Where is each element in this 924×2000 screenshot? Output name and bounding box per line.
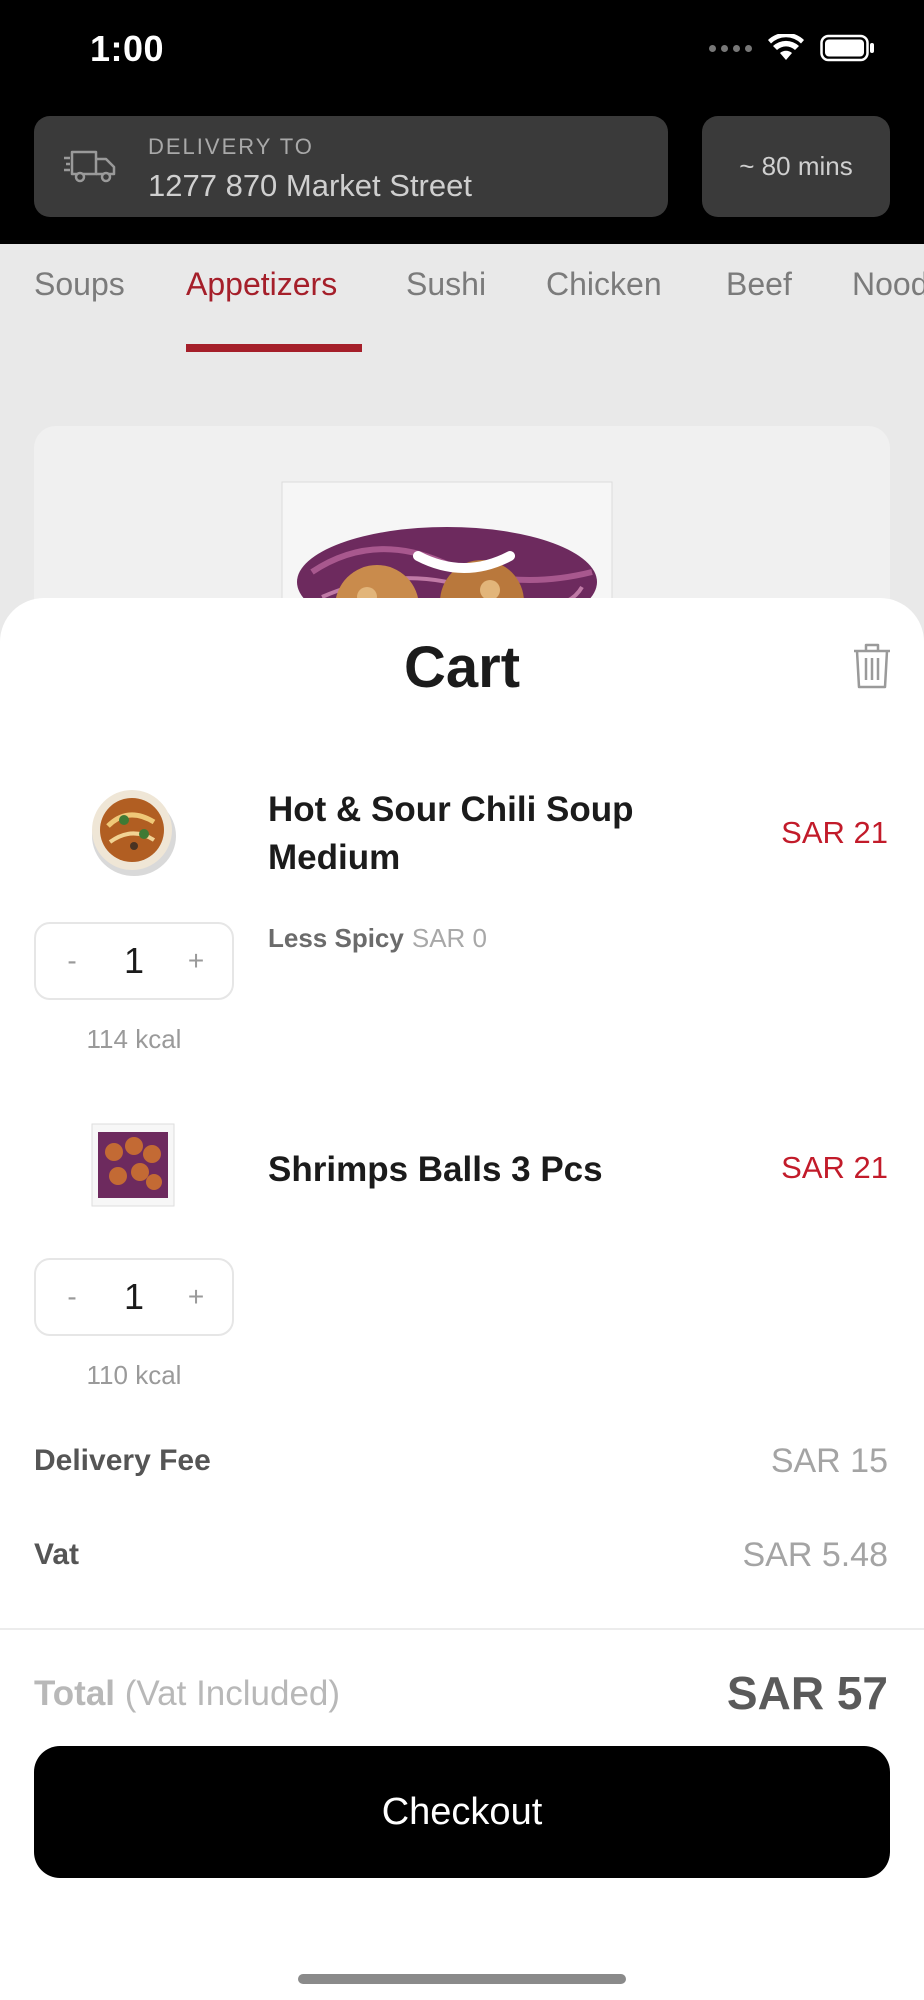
checkout-button[interactable]: Checkout — [34, 1746, 890, 1878]
category-tabs: Soups Appetizers Sushi Chicken Beef Nood — [0, 244, 924, 354]
vat-value: SAR 5.48 — [742, 1536, 888, 1574]
quantity-stepper: - 1 + — [34, 1258, 234, 1336]
status-bar: 1:00 — [0, 0, 924, 102]
tab-sushi[interactable]: Sushi — [406, 266, 486, 303]
header: DELIVERY TO 1277 870 Market Street ~ 80 … — [0, 102, 924, 244]
quantity-value: 1 — [123, 940, 145, 981]
status-time: 1:00 — [90, 28, 165, 69]
quantity-stepper: - 1 + — [34, 922, 234, 1000]
increase-quantity-button[interactable]: + — [166, 1260, 226, 1334]
increase-quantity-button[interactable]: + — [166, 924, 226, 998]
active-tab-indicator — [186, 344, 362, 352]
tab-appetizers[interactable]: Appetizers — [186, 266, 337, 303]
item-option: Less Spicy SAR 0 — [268, 923, 487, 954]
status-icons — [709, 34, 876, 62]
tab-beef[interactable]: Beef — [726, 266, 792, 303]
signal-icon — [709, 44, 752, 52]
decrease-quantity-button[interactable]: - — [42, 924, 102, 998]
delivery-address: 1277 870 Market Street — [148, 168, 472, 203]
delivery-address-selector[interactable]: DELIVERY TO 1277 870 Market Street — [34, 116, 668, 217]
total-value: SAR 57 — [726, 1667, 888, 1719]
quantity-value: 1 — [123, 1276, 145, 1317]
divider — [0, 1628, 924, 1630]
delivery-fee-label: Delivery Fee — [34, 1444, 211, 1477]
item-thumbnail-soup — [92, 790, 176, 876]
item-thumbnail-shrimp-balls — [91, 1123, 175, 1207]
decrease-quantity-button[interactable]: - — [42, 1260, 102, 1334]
delivery-eta[interactable]: ~ 80 mins — [702, 116, 890, 217]
total-label-text: Total — [34, 1674, 116, 1713]
trash-icon[interactable] — [852, 642, 892, 690]
item-kcal: 110 kcal — [86, 1360, 182, 1390]
vat-label: Vat — [34, 1538, 80, 1571]
item-option-label: Less Spicy — [268, 923, 404, 953]
sheet-grabber-icon[interactable] — [412, 550, 516, 580]
item-option-price: SAR 0 — [411, 923, 488, 953]
tab-chicken[interactable]: Chicken — [546, 266, 662, 303]
battery-icon — [820, 34, 874, 62]
delivery-truck-icon — [64, 150, 116, 183]
item-kcal: 114 kcal — [86, 1024, 182, 1054]
tab-noodles[interactable]: Nood — [852, 266, 924, 303]
item-name: Shrimps Balls 3 Pcs — [268, 1150, 603, 1189]
total-label: Total (Vat Included) — [34, 1674, 340, 1714]
total-vat-note: (Vat Included) — [124, 1674, 341, 1713]
delivery-fee-value: SAR 15 — [770, 1442, 888, 1480]
item-name: Hot & Sour Chili Soup Medium — [268, 790, 634, 877]
tab-soups[interactable]: Soups — [34, 266, 125, 303]
item-price: SAR 21 — [781, 1150, 888, 1185]
wifi-icon — [768, 34, 804, 60]
item-price: SAR 21 — [781, 815, 888, 850]
cart-title: Cart — [403, 635, 521, 700]
cart-sheet: Cart Hot & Sour Chili Soup Medium SAR 21… — [0, 598, 924, 2000]
home-indicator — [298, 1974, 626, 1984]
delivery-label: DELIVERY TO — [148, 134, 314, 159]
